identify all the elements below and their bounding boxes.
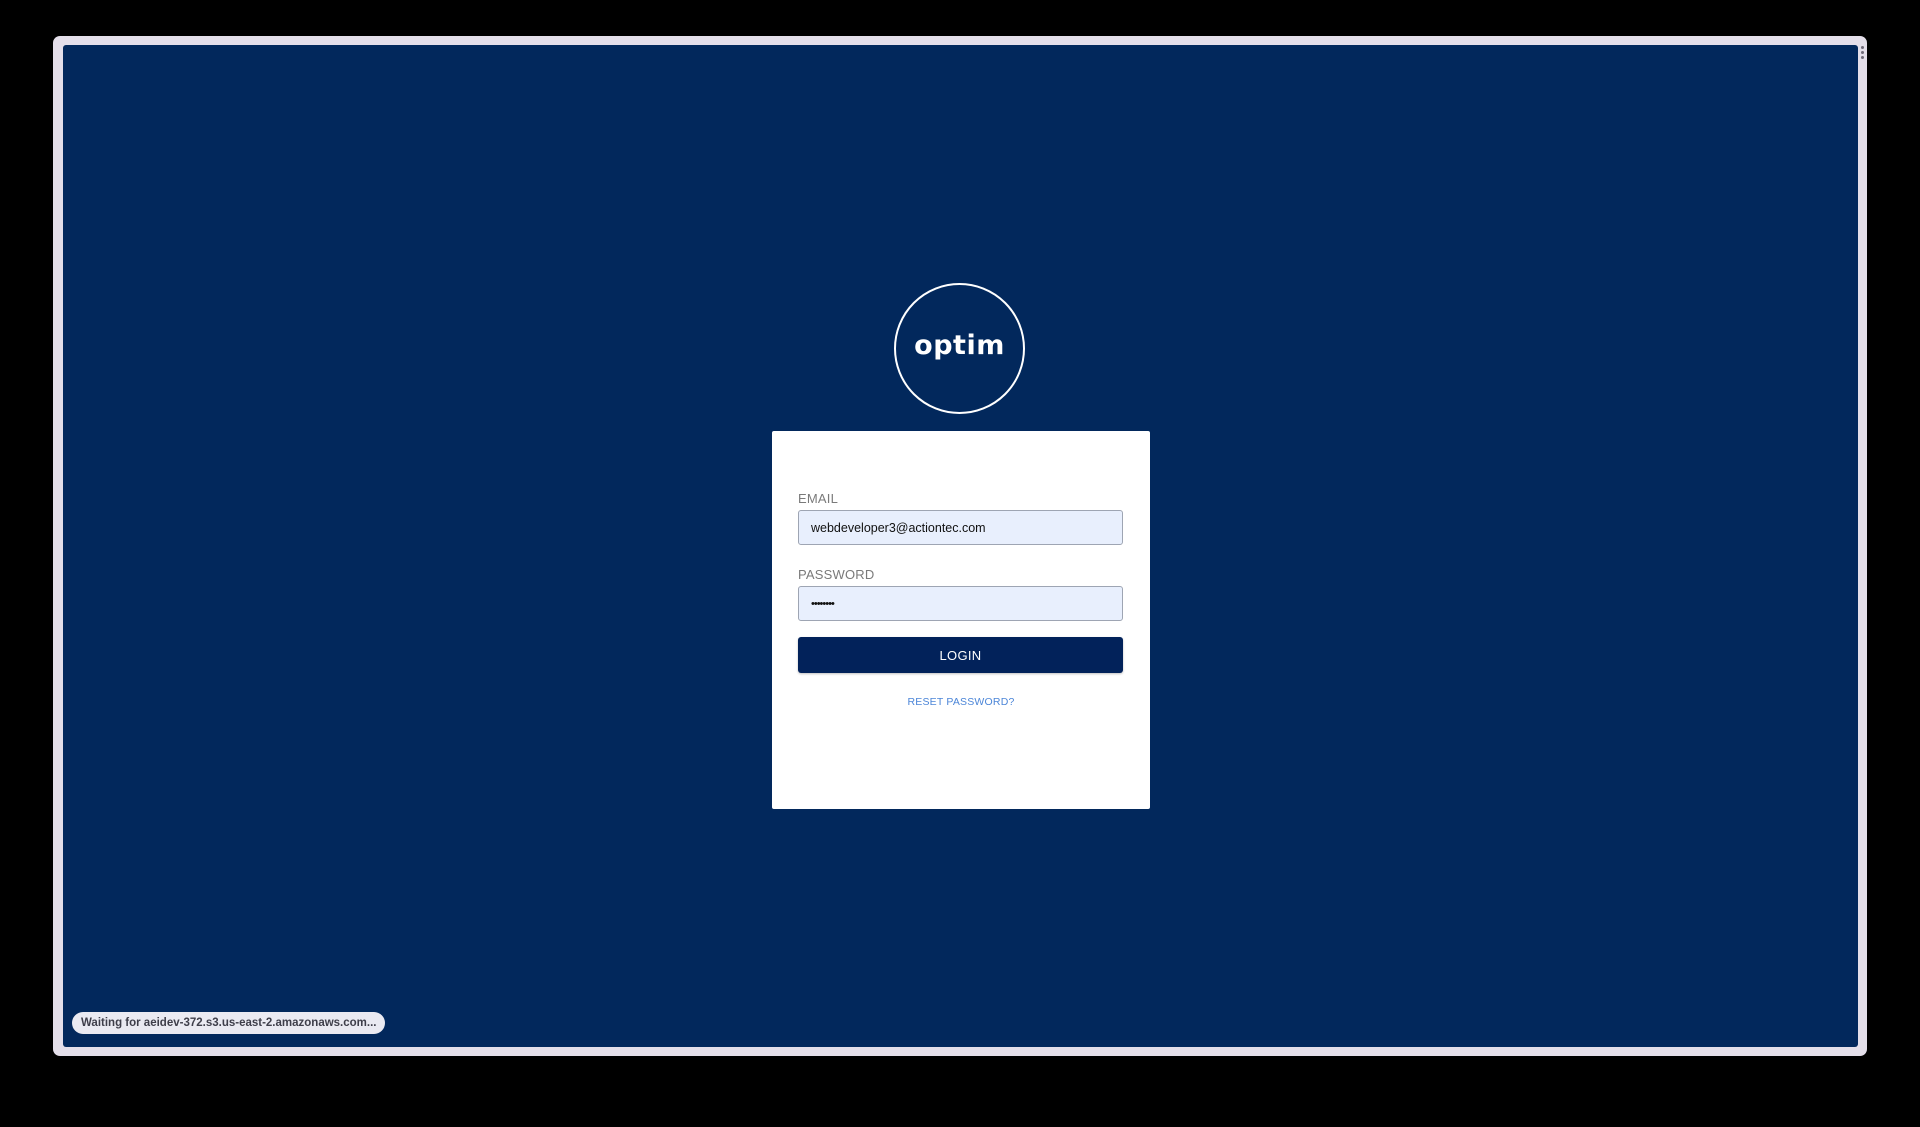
- email-label: EMAIL: [798, 491, 839, 506]
- optim-logo: optim: [894, 283, 1025, 414]
- window-resize-handle[interactable]: [1861, 46, 1865, 59]
- browser-window: optim EMAIL PASSWORD LOGIN RESET PASSWOR…: [53, 36, 1867, 1056]
- password-label: PASSWORD: [798, 567, 875, 582]
- password-field[interactable]: [798, 586, 1123, 621]
- logo-text: optim: [914, 330, 1005, 361]
- status-bar: Waiting for aeidev-372.s3.us-east-2.amaz…: [72, 1012, 386, 1034]
- login-card: EMAIL PASSWORD LOGIN RESET PASSWORD?: [772, 431, 1150, 809]
- reset-password-link[interactable]: RESET PASSWORD?: [772, 696, 1150, 708]
- email-field[interactable]: [798, 510, 1123, 545]
- login-button[interactable]: LOGIN: [798, 637, 1123, 673]
- page-viewport: optim EMAIL PASSWORD LOGIN RESET PASSWOR…: [63, 45, 1858, 1047]
